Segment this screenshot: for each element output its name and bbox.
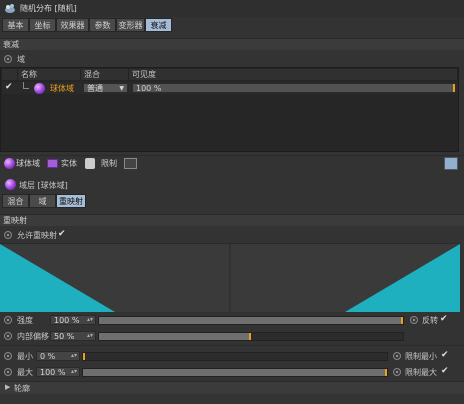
inner-offset-slider[interactable] xyxy=(98,332,404,341)
tab-effectors[interactable]: 效果器 xyxy=(56,18,89,32)
col-visibility: 可见度 xyxy=(129,69,458,80)
max-input[interactable]: 100 % ▴▾ xyxy=(36,367,80,377)
enable-remap-checkbox[interactable]: ✔ xyxy=(58,229,66,239)
tree-connector xyxy=(23,82,29,89)
field-list[interactable]: 名称 混合 可见度 ✔ 球体域 普通 ▼ 100 % xyxy=(0,67,459,152)
strength-slider[interactable] xyxy=(98,316,404,325)
sphere-field-button-icon xyxy=(4,158,15,169)
field-toolbar: 球体域 实体 限制 xyxy=(0,155,464,171)
tab-basic[interactable]: 基本 xyxy=(2,18,29,32)
subtab-bar: 混合 域 重映射 xyxy=(0,194,464,208)
remap-curve-graph[interactable] xyxy=(0,243,460,312)
inner-offset-slider-knob[interactable] xyxy=(249,333,251,340)
outline-label: 轮廓 xyxy=(14,384,30,393)
min-animate-icon[interactable] xyxy=(4,352,12,360)
invert-animate-icon[interactable] xyxy=(410,316,418,324)
visibility-knob xyxy=(453,84,455,92)
stepper-icon[interactable]: ▴▾ xyxy=(71,351,77,360)
inner-offset-animate-icon[interactable] xyxy=(4,332,12,340)
tab-parameters[interactable]: 参数 xyxy=(89,18,116,32)
stepper-icon[interactable]: ▴▾ xyxy=(87,315,93,324)
row-enable-checkbox[interactable]: ✔ xyxy=(5,82,13,92)
col-name: 名称 xyxy=(18,69,81,80)
clamp-min-label: 限制最小 xyxy=(405,352,437,361)
strength-slider-knob[interactable] xyxy=(401,317,403,324)
clamp-max-label: 限制最大 xyxy=(405,368,437,377)
min-label: 最小 xyxy=(17,352,33,361)
layer-title: 域层 [球体域] xyxy=(19,181,68,190)
clamp-min-checkbox[interactable]: ✔ xyxy=(441,350,449,360)
col-check xyxy=(2,69,18,80)
window-title: 随机分布 [随机] xyxy=(20,4,77,13)
col-blend: 混合 xyxy=(81,69,129,80)
max-animate-icon[interactable] xyxy=(4,368,12,376)
max-slider-knob[interactable] xyxy=(385,369,387,376)
blend-dropdown[interactable]: 普通 ▼ xyxy=(83,83,128,93)
remap-curve xyxy=(0,244,460,312)
blend-value: 普通 xyxy=(87,84,103,93)
lock-view-icon[interactable] xyxy=(444,157,458,170)
layer-sphere-icon xyxy=(5,179,16,190)
inner-offset-label: 内部偏移 xyxy=(17,332,49,341)
tab-coord[interactable]: 坐标 xyxy=(29,18,56,32)
subtab-field[interactable]: 域 xyxy=(29,194,56,208)
tab-deformer[interactable]: 变形器 xyxy=(116,18,145,32)
field-label: 域 xyxy=(17,55,25,64)
curve-left xyxy=(0,244,115,312)
tab-falloff[interactable]: 衰减 xyxy=(145,18,172,32)
clamp-min-animate-icon[interactable] xyxy=(393,352,401,360)
solid-layer-icon xyxy=(47,159,58,168)
visibility-field[interactable]: 100 % xyxy=(132,83,456,93)
invert-checkbox[interactable]: ✔ xyxy=(440,314,448,324)
inner-offset-value: 50 % xyxy=(54,332,75,341)
min-value: 0 % xyxy=(40,352,56,361)
title-bar: 随机分布 [随机] xyxy=(0,0,464,17)
sphere-field-icon xyxy=(34,83,45,94)
strength-value: 100 % xyxy=(54,316,80,325)
strength-slider-fill xyxy=(99,317,403,324)
min-input[interactable]: 0 % ▴▾ xyxy=(36,351,80,361)
sphere-field-button[interactable]: 球体域 xyxy=(16,157,40,170)
invert-label: 反转 xyxy=(422,316,438,325)
curve-right xyxy=(345,244,460,312)
limit-layer-icon xyxy=(85,158,95,169)
falloff-section-header[interactable]: 衰减 xyxy=(0,38,464,50)
enable-remap-animate-icon[interactable] xyxy=(4,231,12,239)
subtab-blend[interactable]: 混合 xyxy=(2,194,29,208)
min-slider-knob[interactable] xyxy=(83,353,85,360)
strength-input[interactable]: 100 % ▴▾ xyxy=(50,315,96,325)
inner-offset-input[interactable]: 50 % ▴▾ xyxy=(50,331,96,341)
max-slider[interactable] xyxy=(82,368,388,377)
solid-layer-button[interactable]: 实体 xyxy=(61,157,77,170)
divider xyxy=(0,345,464,346)
max-slider-fill xyxy=(83,369,387,376)
visibility-value: 100 % xyxy=(136,84,162,93)
strength-label: 强度 xyxy=(17,316,33,325)
limit-layer-button[interactable]: 限制 xyxy=(101,157,117,170)
cloner-object-icon xyxy=(5,4,15,13)
clamp-max-checkbox[interactable]: ✔ xyxy=(441,366,449,376)
max-value: 100 % xyxy=(40,368,66,377)
expand-arrow-icon[interactable]: ▶ xyxy=(5,383,10,391)
stepper-icon[interactable]: ▴▾ xyxy=(87,331,93,340)
tab-bar: 基本 坐标 效果器 参数 变形器 衰减 xyxy=(0,18,464,32)
stepper-icon[interactable]: ▴▾ xyxy=(71,367,77,376)
row-name[interactable]: 球体域 xyxy=(50,83,74,94)
inner-offset-slider-fill xyxy=(99,333,251,340)
max-label: 最大 xyxy=(17,368,33,377)
subtab-remap[interactable]: 重映射 xyxy=(56,194,86,208)
table-row[interactable]: ✔ 球体域 普通 ▼ 100 % xyxy=(2,82,458,94)
outline-group[interactable]: ▶ 轮廓 xyxy=(0,381,464,394)
chevron-down-icon: ▼ xyxy=(119,85,124,92)
strength-animate-icon[interactable] xyxy=(4,316,12,324)
min-slider[interactable] xyxy=(82,352,388,361)
remap-section-header[interactable]: 重映射 xyxy=(0,214,464,226)
enable-remap-label: 允许重映射 xyxy=(17,231,57,240)
field-animate-icon[interactable] xyxy=(4,55,12,63)
clamp-max-animate-icon[interactable] xyxy=(393,368,401,376)
add-layer-icon[interactable] xyxy=(124,158,137,169)
